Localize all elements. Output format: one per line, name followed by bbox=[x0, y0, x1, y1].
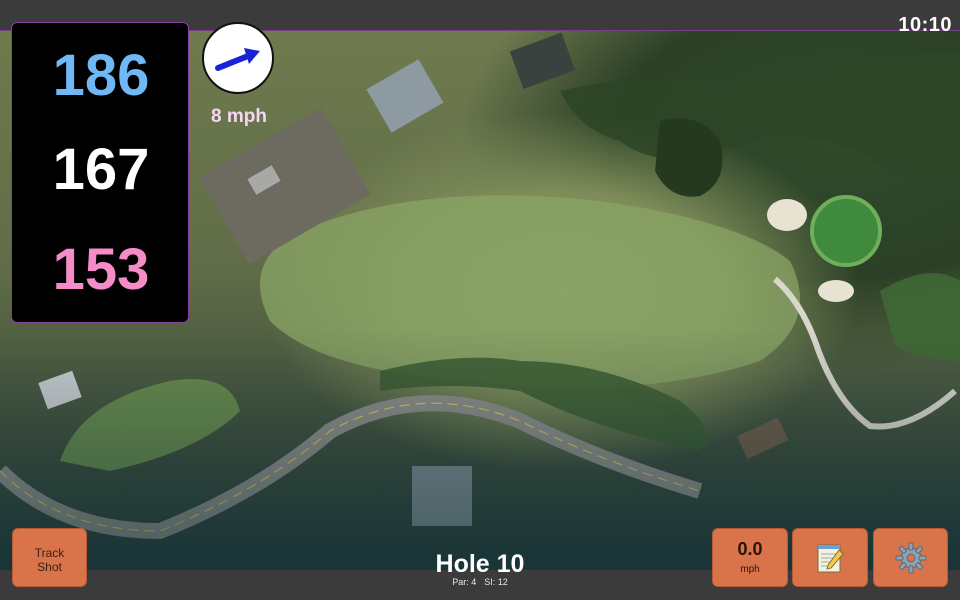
house-roof bbox=[38, 370, 82, 410]
speed-button[interactable]: 0.0 mph bbox=[712, 528, 788, 587]
speed-value: 0.0 bbox=[737, 539, 763, 559]
track-shot-label-line1: Track bbox=[34, 546, 65, 560]
hole-info: Par: 4 SI: 12 bbox=[380, 577, 580, 587]
wind-direction-dial bbox=[202, 22, 274, 94]
front-distance: 153 bbox=[52, 237, 150, 302]
fairway bbox=[260, 195, 800, 388]
house-roof bbox=[366, 59, 444, 133]
tee-area bbox=[60, 379, 240, 471]
hole-par: Par: 4 bbox=[452, 577, 477, 587]
track-shot-label-line2: Shot bbox=[37, 560, 62, 574]
shed-roof bbox=[736, 417, 789, 460]
hedge bbox=[880, 273, 960, 361]
house-roof bbox=[509, 32, 576, 90]
bunker bbox=[818, 280, 854, 302]
notes-button[interactable] bbox=[792, 528, 868, 587]
hole-stroke-index: SI: 12 bbox=[484, 577, 508, 587]
speed-unit: mph bbox=[740, 564, 760, 575]
distance-panel: 186 167 153 bbox=[11, 22, 189, 323]
wind-direction-arrow-icon bbox=[215, 48, 260, 71]
wind-speed: 8 mph bbox=[211, 106, 267, 127]
middle-distance: 167 bbox=[52, 137, 150, 202]
notepad-icon bbox=[817, 544, 844, 572]
tree-line bbox=[560, 51, 960, 191]
hole-title: Hole 10 bbox=[435, 550, 525, 578]
settings-button[interactable] bbox=[873, 528, 948, 587]
back-distance: 186 bbox=[52, 43, 150, 108]
track-shot-button[interactable]: Track Shot bbox=[12, 528, 87, 587]
gear-icon bbox=[895, 542, 926, 573]
clock: 10:10 bbox=[898, 14, 952, 36]
house-roof bbox=[412, 466, 472, 526]
bunker bbox=[767, 199, 807, 231]
putting-green bbox=[810, 195, 882, 267]
